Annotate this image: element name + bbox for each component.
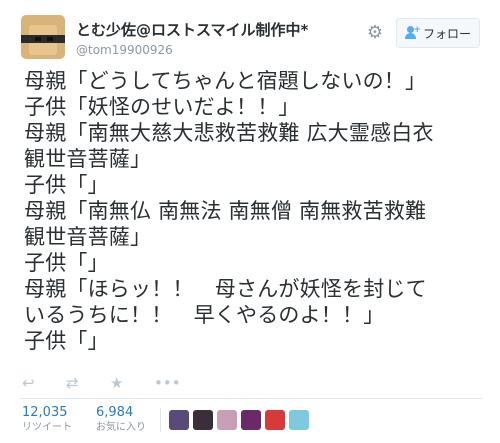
- avatar-eye-right: [47, 37, 53, 41]
- tweet-card: とむ少佐@ロストスマイル制作中* @tom19900926 ⚙ + フォロー 母…: [0, 0, 500, 443]
- tweet-line: 観世音菩薩」: [24, 225, 152, 249]
- retweet-stat[interactable]: 12,035 リツイート: [22, 405, 72, 435]
- tweet-actions: ↩ ⇄ ★ •••: [22, 374, 198, 392]
- favoriter-avatar[interactable]: [169, 410, 189, 430]
- gear-icon[interactable]: ⚙: [366, 24, 384, 42]
- retweet-icon[interactable]: ⇄: [66, 374, 110, 392]
- favoriter-avatar[interactable]: [265, 410, 285, 430]
- retweet-label: リツイート: [22, 422, 72, 433]
- favorite-stat[interactable]: 6,984 お気に入り: [96, 405, 146, 435]
- tweet-line: 母親「南無大慈大悲救苦救難 広大霊感白衣: [24, 121, 434, 145]
- tweet-line: 母親「ほらッ！！ 母さんが妖怪を封じて: [24, 277, 427, 301]
- tweet-line: 子供「妖怪のせいだよ！！」: [24, 95, 300, 119]
- favoriter-avatar[interactable]: [193, 410, 213, 430]
- avatar-eyepatch-band: [21, 35, 65, 43]
- star-icon[interactable]: ★: [110, 374, 154, 392]
- tweet-line: 母親「どうしてちゃんと宿題しないの！」: [24, 69, 427, 93]
- tweet-text: 母親「どうしてちゃんと宿題しないの！」 子供「妖怪のせいだよ！！」 母親「南無大…: [18, 68, 482, 354]
- favoriters-avatars: [160, 408, 309, 432]
- tweet-line: 母親「南無仏 南無法 南無僧 南無救苦救難: [24, 199, 427, 223]
- retweet-count[interactable]: 12,035: [22, 405, 72, 421]
- favoriter-avatar[interactable]: [217, 410, 237, 430]
- divider: [20, 398, 482, 399]
- add-person-icon: +: [404, 26, 421, 40]
- tweet-line: 子供「」: [24, 329, 109, 353]
- tweet-line: 子供「」: [24, 251, 109, 275]
- avatar-eye-left: [35, 37, 41, 41]
- user-name-block[interactable]: とむ少佐@ロストスマイル制作中* @tom19900926: [76, 20, 308, 58]
- favoriter-avatar[interactable]: [289, 410, 309, 430]
- favorite-label: お気に入り: [96, 422, 146, 433]
- tweet-line: 観世音菩薩」: [24, 147, 152, 171]
- tweet-header: とむ少佐@ロストスマイル制作中* @tom19900926 ⚙ + フォロー: [18, 12, 482, 64]
- display-name[interactable]: とむ少佐@ロストスマイル制作中*: [76, 20, 308, 40]
- avatar[interactable]: [21, 15, 65, 59]
- favorite-count[interactable]: 6,984: [96, 405, 146, 421]
- tweet-line: 子供「」: [24, 173, 109, 197]
- more-icon[interactable]: •••: [154, 374, 198, 392]
- follow-label: フォロー: [422, 26, 471, 41]
- tweet-stats: 12,035 リツイート 6,984 お気に入り: [22, 405, 146, 435]
- favoriter-avatar[interactable]: [241, 410, 261, 430]
- user-handle[interactable]: @tom19900926: [76, 42, 308, 58]
- follow-button[interactable]: + フォロー: [396, 18, 480, 48]
- tweet-line: いるうちに！！ 早くやるのよ！！」: [24, 303, 385, 327]
- reply-icon[interactable]: ↩: [22, 374, 66, 392]
